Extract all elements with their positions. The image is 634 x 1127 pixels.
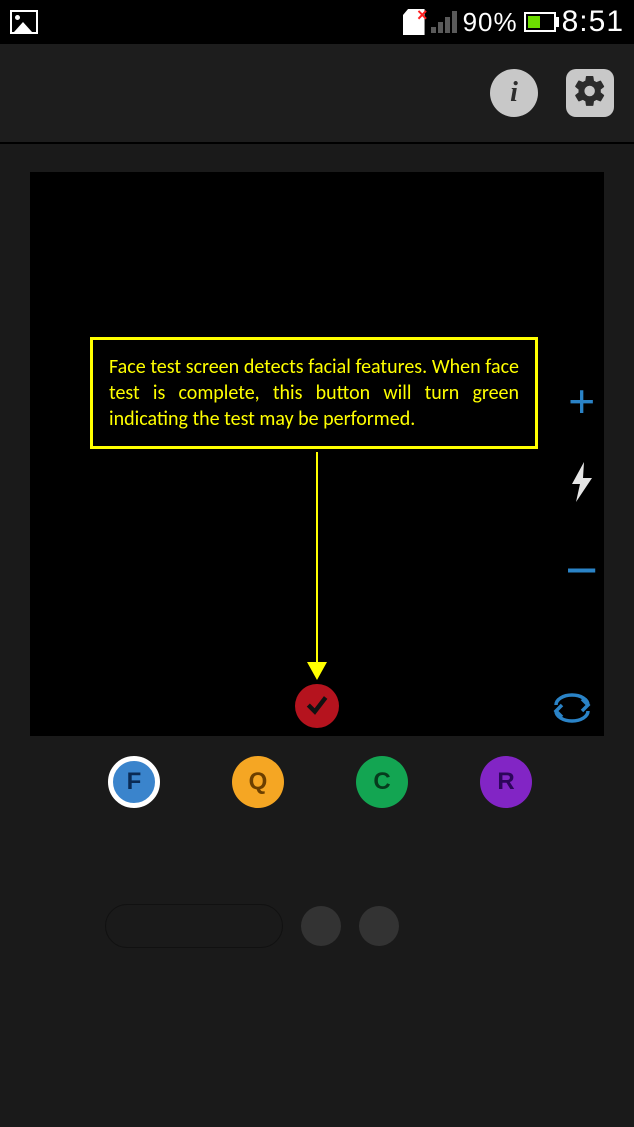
mode-c-label: C bbox=[373, 768, 390, 796]
app-bar: i bbox=[0, 44, 634, 144]
signal-icon bbox=[431, 11, 457, 33]
mode-q-label: Q bbox=[249, 768, 268, 796]
battery-percent: 90% bbox=[463, 7, 518, 38]
mode-face-label: F bbox=[127, 768, 142, 796]
info-button[interactable]: i bbox=[490, 69, 538, 117]
settings-button[interactable] bbox=[566, 69, 614, 117]
clock-time: 8:51 bbox=[562, 5, 624, 39]
flash-button[interactable] bbox=[569, 462, 595, 507]
mode-q-button[interactable]: Q bbox=[232, 756, 284, 808]
disabled-dot-2 bbox=[359, 906, 399, 946]
face-test-status-button[interactable] bbox=[295, 684, 339, 728]
mode-c-button[interactable]: C bbox=[356, 756, 408, 808]
battery-icon bbox=[524, 12, 556, 32]
camera-preview: Face test screen detects facial features… bbox=[30, 172, 604, 736]
checkmark-icon bbox=[304, 691, 330, 722]
flash-icon bbox=[569, 489, 595, 506]
plus-icon: + bbox=[568, 375, 595, 427]
gear-icon bbox=[572, 73, 608, 114]
sd-card-error-icon: × bbox=[403, 9, 425, 35]
disabled-dot-1 bbox=[301, 906, 341, 946]
bottom-controls bbox=[0, 904, 634, 948]
mode-face-button[interactable]: F bbox=[108, 756, 160, 808]
camera-side-controls: + − bbox=[565, 388, 598, 586]
callout-arrow-line bbox=[316, 452, 318, 664]
help-callout: Face test screen detects facial features… bbox=[90, 337, 538, 449]
mode-r-button[interactable]: R bbox=[480, 756, 532, 808]
help-callout-text: Face test screen detects facial features… bbox=[109, 355, 519, 431]
disabled-action-pill bbox=[105, 904, 283, 948]
picture-notification-icon bbox=[10, 10, 38, 34]
minus-icon: − bbox=[565, 538, 598, 601]
info-icon: i bbox=[510, 77, 518, 109]
mode-selector-row: F Q C R bbox=[30, 756, 604, 808]
switch-camera-button[interactable] bbox=[550, 693, 594, 728]
content-area: Face test screen detects facial features… bbox=[0, 144, 634, 1127]
mode-r-label: R bbox=[497, 768, 514, 796]
zoom-out-button[interactable]: − bbox=[565, 553, 598, 587]
refresh-icon bbox=[550, 710, 594, 727]
zoom-in-button[interactable]: + bbox=[568, 388, 595, 416]
status-bar: × 90% 8:51 bbox=[0, 0, 634, 44]
callout-arrow-head-icon bbox=[307, 662, 327, 680]
